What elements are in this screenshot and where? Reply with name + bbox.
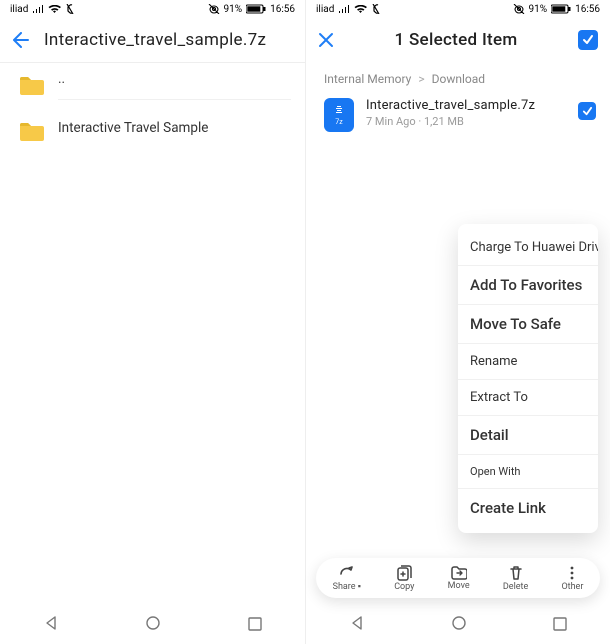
close-icon[interactable]: [318, 32, 334, 48]
action-label: Share ▪: [333, 581, 361, 592]
nav-home-icon[interactable]: [145, 615, 161, 635]
menu-item-openwith[interactable]: Open With: [458, 455, 598, 489]
menu-item-safe[interactable]: Move To Safe: [458, 305, 598, 344]
move-icon: [450, 565, 467, 580]
call-disabled-icon: [371, 4, 381, 14]
action-other[interactable]: Other: [561, 565, 583, 592]
crumb-sep: >: [418, 72, 424, 86]
nav-home-icon[interactable]: [451, 615, 467, 635]
file-checkbox[interactable]: [578, 102, 596, 120]
crumb-root[interactable]: Internal Memory: [324, 72, 411, 86]
carrier-label: iliad: [10, 4, 28, 15]
menu-item-rename[interactable]: Rename: [458, 344, 598, 380]
archive-badge: 7z: [335, 119, 342, 126]
battery-pct: 91%: [224, 4, 243, 15]
file-item[interactable]: 7z Interactive_travel_sample.7z 7 Min Ag…: [306, 92, 610, 138]
context-menu: Charge To Huawei Drive Add To Favorites …: [458, 224, 598, 533]
back-icon[interactable]: [12, 32, 30, 48]
folder-icon: [18, 121, 46, 143]
menu-item-extract[interactable]: Extract To: [458, 380, 598, 416]
time-label: 16:56: [575, 4, 600, 15]
battery-icon: [246, 4, 266, 14]
selection-header: 1 Selected Item: [306, 18, 610, 62]
carrier-label: iliad: [316, 4, 334, 15]
battery-pct: 91%: [529, 4, 548, 15]
menu-item-link[interactable]: Create Link: [458, 489, 598, 527]
time-label: 16:56: [270, 4, 295, 15]
action-copy[interactable]: Copy: [394, 565, 414, 592]
more-vertical-icon: [569, 565, 575, 581]
list-row-parent[interactable]: ..: [0, 63, 305, 108]
signal-icon: [32, 5, 44, 14]
row-label: ..: [58, 71, 291, 100]
action-label: Other: [561, 582, 583, 592]
action-share[interactable]: Share ▪: [333, 564, 361, 592]
eye-off-icon: [513, 4, 525, 14]
nav-bar-left: [0, 606, 305, 644]
archive-title: Interactive_travel_sample.7z: [44, 30, 266, 50]
menu-item-detail[interactable]: Detail: [458, 416, 598, 455]
archive-file-icon: 7z: [324, 98, 354, 132]
breadcrumb[interactable]: Internal Memory > Download: [306, 62, 610, 92]
signal-icon: [338, 5, 350, 14]
status-bar-left: iliad 91% 16:56: [0, 0, 305, 18]
left-pane: iliad 91% 16:56 Interactive_travel_sampl…: [0, 0, 305, 644]
battery-icon: [551, 4, 571, 14]
menu-item-charge[interactable]: Charge To Huawei Drive: [458, 230, 598, 266]
nav-bar-right: [306, 606, 610, 644]
folder-icon: [18, 75, 46, 97]
action-label: Copy: [394, 582, 414, 592]
action-move[interactable]: Move: [448, 565, 470, 591]
action-delete[interactable]: Delete: [503, 565, 528, 592]
file-meta: 7 Min Ago · 1,21 MB: [366, 115, 566, 128]
left-header: Interactive_travel_sample.7z: [0, 18, 305, 62]
eye-off-icon: [208, 4, 220, 14]
menu-item-favorite[interactable]: Add To Favorites: [458, 266, 598, 305]
wifi-icon: [354, 5, 367, 14]
file-name: Interactive_travel_sample.7z: [366, 98, 566, 113]
wifi-icon: [48, 5, 61, 14]
call-disabled-icon: [65, 4, 75, 14]
select-all-checkbox[interactable]: [578, 30, 598, 50]
nav-back-icon[interactable]: [349, 615, 365, 635]
action-bar: Share ▪ Copy Move Delete Other: [316, 558, 600, 598]
nav-recents-icon[interactable]: [248, 616, 262, 635]
row-label: Interactive Travel Sample: [58, 116, 291, 148]
share-icon: [338, 564, 356, 580]
trash-icon: [509, 565, 523, 581]
right-pane: iliad 91% 16:56 1 Selected Item Internal…: [305, 0, 610, 644]
list-row-folder[interactable]: Interactive Travel Sample: [0, 108, 305, 156]
crumb-child[interactable]: Download: [432, 72, 485, 86]
copy-icon: [397, 565, 412, 581]
action-label: Move: [448, 581, 470, 591]
status-bar-right: iliad 91% 16:56: [306, 0, 610, 18]
selection-title: 1 Selected Item: [348, 30, 564, 50]
nav-recents-icon[interactable]: [553, 616, 567, 635]
file-text: Interactive_travel_sample.7z 7 Min Ago ·…: [366, 98, 566, 128]
nav-back-icon[interactable]: [43, 615, 59, 635]
action-label: Delete: [503, 582, 528, 592]
